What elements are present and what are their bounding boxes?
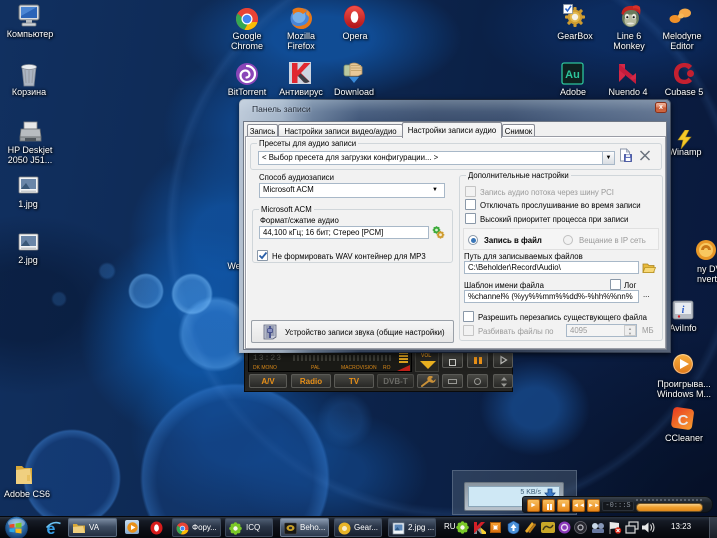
svg-text:i: i (682, 305, 685, 316)
svg-text:C: C (678, 412, 689, 429)
svg-text:Au: Au (565, 69, 580, 81)
